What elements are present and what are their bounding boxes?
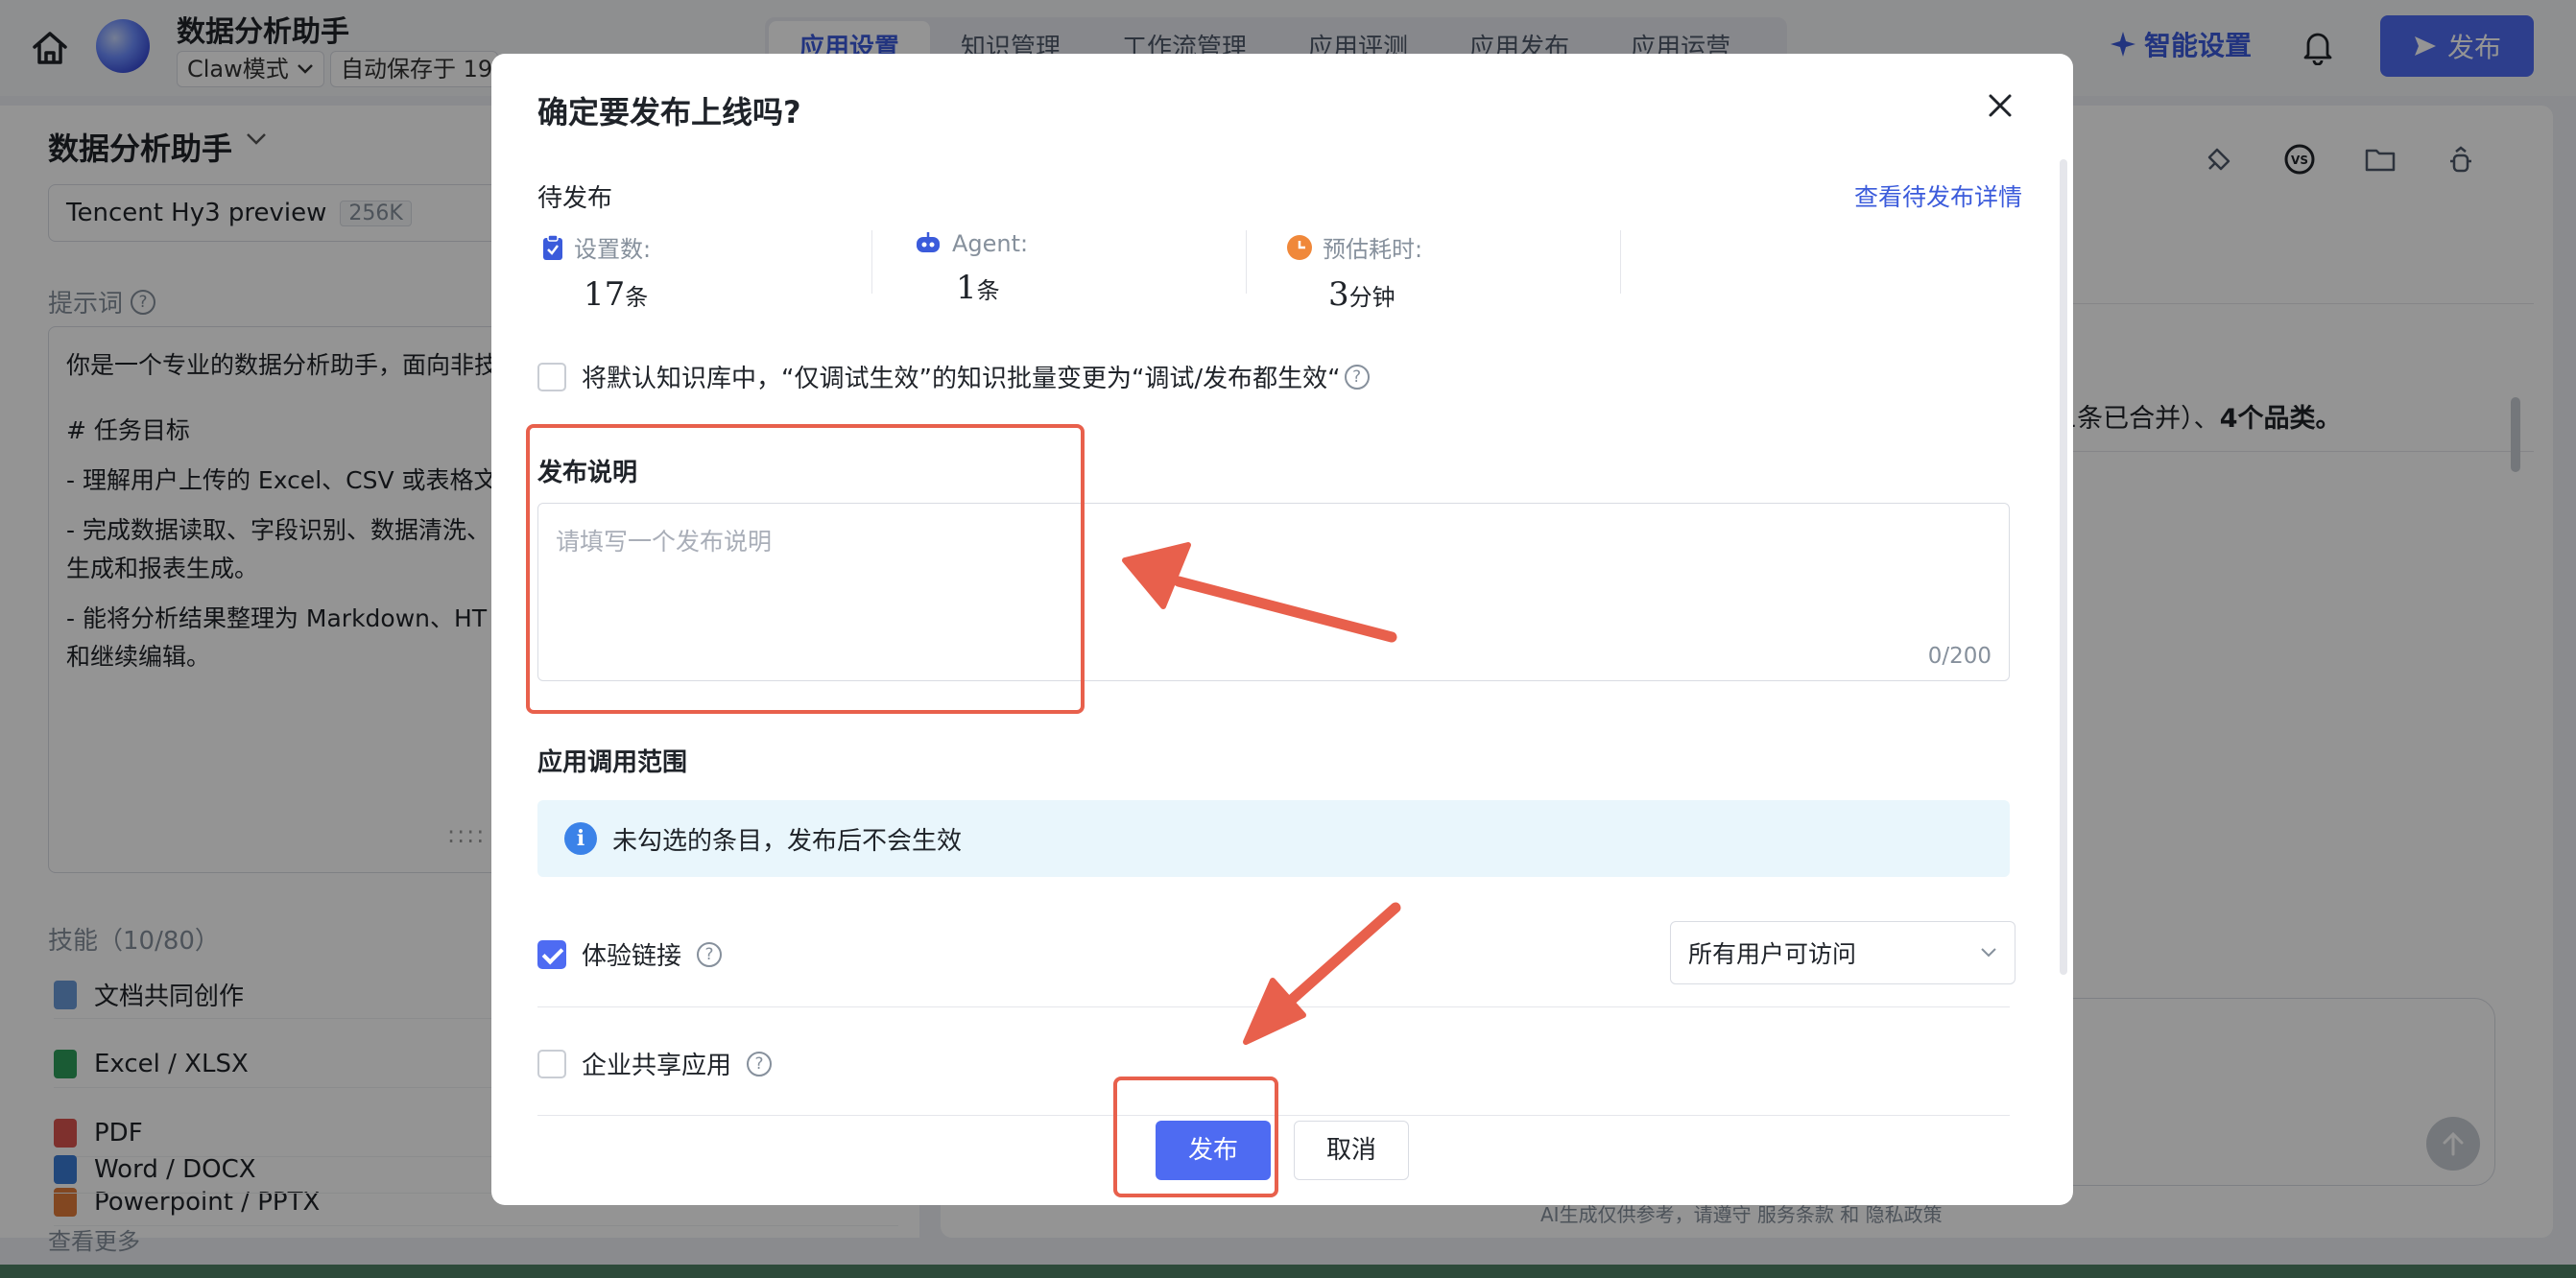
robot-icon	[917, 232, 940, 252]
kb-batch-checkbox[interactable]	[537, 362, 566, 391]
stat-divider	[1620, 230, 1621, 294]
info-icon: i	[564, 822, 597, 855]
annotation-highlight-publish	[1113, 1077, 1278, 1197]
stat-label: 预估耗时:	[1323, 236, 1423, 263]
stat-label: 设置数:	[574, 236, 652, 263]
stat-divider	[871, 230, 872, 294]
clock-icon	[1287, 234, 1312, 260]
kb-batch-row[interactable]: 将默认知识库中，“仅调试生效”的知识批量变更为“调试/发布都生效“ ?	[537, 359, 1370, 394]
stat-unit: 条	[625, 284, 649, 311]
stat-label: Agent:	[952, 230, 1029, 257]
clipboard-icon	[543, 233, 562, 260]
stat-settings: 设置数: 17条	[541, 230, 906, 314]
enterprise-share-checkbox[interactable]	[537, 1049, 566, 1078]
experience-link-checkbox[interactable]	[537, 939, 566, 969]
stat-duration: 预估耗时: 3分钟	[1286, 230, 1651, 314]
stat-unit: 条	[976, 277, 1000, 304]
stat-agent: Agent: 1条	[914, 230, 1278, 307]
scope-label: 应用调用范围	[537, 748, 688, 777]
kb-batch-label: 将默认知识库中，“仅调试生效”的知识批量变更为“调试/发布都生效“	[582, 365, 1341, 393]
desktop-strip	[0, 1265, 2576, 1278]
scope-info-banner: i 未勾选的条目，发布后不会生效	[537, 800, 2010, 877]
stat-value: 1	[956, 269, 977, 307]
dialog-scrollbar[interactable]	[2060, 159, 2067, 975]
chevron-down-icon	[1981, 948, 1996, 958]
annotation-highlight-notes	[526, 424, 1085, 714]
pending-detail-link[interactable]: 查看待发布详情	[1854, 178, 2022, 213]
stat-value: 17	[584, 275, 626, 314]
dialog-title: 确定要发布上线吗?	[537, 94, 801, 130]
stat-value: 3	[1328, 275, 1349, 314]
enterprise-share-row[interactable]: 企业共享应用 ?	[537, 1046, 773, 1081]
enterprise-share-label: 企业共享应用	[582, 1052, 732, 1080]
help-icon[interactable]: ?	[1344, 364, 1370, 390]
divider	[537, 1006, 2010, 1007]
help-icon[interactable]: ?	[747, 1051, 773, 1077]
char-counter: 0/200	[1927, 644, 1992, 669]
scope-info-text: 未勾选的条目，发布后不会生效	[612, 826, 963, 856]
access-select-value: 所有用户可访问	[1688, 940, 1857, 968]
close-icon[interactable]	[1981, 86, 2019, 125]
help-icon[interactable]: ?	[697, 941, 723, 967]
pending-label: 待发布	[537, 184, 613, 213]
cancel-button[interactable]: 取消	[1294, 1121, 1409, 1180]
stat-divider	[1246, 230, 1247, 294]
access-select[interactable]: 所有用户可访问	[1670, 921, 2015, 984]
experience-link-row[interactable]: 体验链接 ?	[537, 936, 723, 972]
stat-unit: 分钟	[1348, 284, 1395, 311]
experience-link-label: 体验链接	[582, 942, 682, 971]
